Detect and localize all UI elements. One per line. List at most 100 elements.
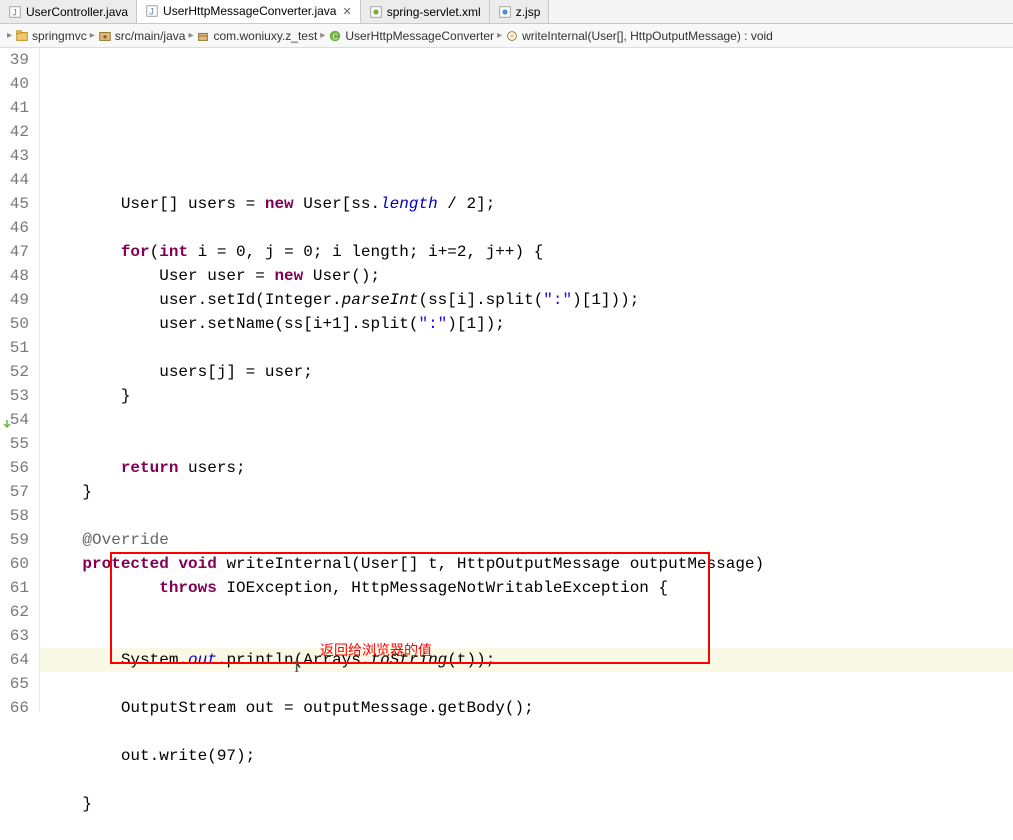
code-line[interactable] bbox=[44, 720, 1013, 744]
code-line[interactable] bbox=[44, 432, 1013, 456]
text-cursor-icon: I bbox=[294, 656, 299, 680]
line-number: 66 bbox=[4, 696, 29, 720]
tab-label: UserController.java bbox=[26, 5, 128, 19]
tab-bar: J UserController.java J UserHttpMessageC… bbox=[0, 0, 1013, 24]
breadcrumb-label: src/main/java bbox=[115, 29, 186, 43]
code-line[interactable] bbox=[44, 504, 1013, 528]
svg-text:J: J bbox=[12, 7, 16, 17]
breadcrumb-package[interactable]: com.woniuxy.z_test bbox=[196, 29, 317, 43]
line-number-gutter: 3940414243444546474849505152535455565758… bbox=[0, 48, 40, 711]
code-line[interactable]: users[j] = user; bbox=[44, 360, 1013, 384]
code-line[interactable]: System.out.println(Arrays.toString(t)); bbox=[44, 648, 1013, 672]
tab-zjsp[interactable]: z.jsp bbox=[490, 0, 550, 23]
breadcrumb-srcroot[interactable]: src/main/java bbox=[98, 29, 186, 43]
line-number: 45 bbox=[4, 192, 29, 216]
code-line[interactable]: User[] users = new User[ss.length / 2]; bbox=[44, 192, 1013, 216]
line-number: 63 bbox=[4, 624, 29, 648]
line-number: 55 bbox=[4, 432, 29, 456]
code-line[interactable]: } bbox=[44, 792, 1013, 816]
line-number: 41 bbox=[4, 96, 29, 120]
line-number: 43 bbox=[4, 144, 29, 168]
code-line[interactable]: OutputStream out = outputMessage.getBody… bbox=[44, 696, 1013, 720]
breadcrumb-label: springmvc bbox=[32, 29, 87, 43]
svg-text:C: C bbox=[333, 32, 339, 41]
code-line[interactable]: throws IOException, HttpMessageNotWritab… bbox=[44, 576, 1013, 600]
line-number: 40 bbox=[4, 72, 29, 96]
breadcrumb-label: writeInternal(User[], HttpOutputMessage)… bbox=[522, 29, 773, 43]
breadcrumb-project[interactable]: springmvc bbox=[15, 29, 87, 43]
tab-label: spring-servlet.xml bbox=[387, 5, 481, 19]
line-number: 58 bbox=[4, 504, 29, 528]
breadcrumb-label: com.woniuxy.z_test bbox=[213, 29, 317, 43]
breadcrumb-class[interactable]: C UserHttpMessageConverter bbox=[328, 29, 494, 43]
code-line[interactable] bbox=[44, 216, 1013, 240]
package-icon bbox=[196, 29, 210, 43]
tab-spring-servlet[interactable]: spring-servlet.xml bbox=[361, 0, 490, 23]
code-line[interactable]: } bbox=[44, 384, 1013, 408]
chevron-right-icon: ▸ bbox=[496, 30, 503, 41]
code-line[interactable]: user.setId(Integer.parseInt(ss[i].split(… bbox=[44, 288, 1013, 312]
tab-userhttpmessageconverter[interactable]: J UserHttpMessageConverter.java ✕ bbox=[137, 0, 361, 23]
chevron-right-icon: ▸ bbox=[89, 30, 96, 41]
line-number: 49 bbox=[4, 288, 29, 312]
code-line[interactable]: out.write(97); bbox=[44, 744, 1013, 768]
java-file-icon: J bbox=[145, 4, 159, 18]
line-number: 53 bbox=[4, 384, 29, 408]
chevron-right-icon: ▸ bbox=[187, 30, 194, 41]
code-line[interactable]: @Override bbox=[44, 528, 1013, 552]
code-line[interactable] bbox=[44, 672, 1013, 696]
line-number: 62 bbox=[4, 600, 29, 624]
line-number: 46 bbox=[4, 216, 29, 240]
code-line[interactable] bbox=[44, 408, 1013, 432]
code-line[interactable]: } bbox=[44, 480, 1013, 504]
line-number: 54 bbox=[4, 408, 29, 432]
chevron-right-icon: ▸ bbox=[6, 30, 13, 41]
tab-label: UserHttpMessageConverter.java bbox=[163, 4, 336, 18]
code-line[interactable]: user.setName(ss[i+1].split(":")[1]); bbox=[44, 312, 1013, 336]
code-line[interactable]: protected void writeInternal(User[] t, H… bbox=[44, 552, 1013, 576]
jsp-file-icon bbox=[498, 5, 512, 19]
project-icon bbox=[15, 29, 29, 43]
svg-text:J: J bbox=[149, 7, 153, 17]
code-editor[interactable]: 3940414243444546474849505152535455565758… bbox=[0, 48, 1013, 711]
tab-usercontroller[interactable]: J UserController.java bbox=[0, 0, 137, 23]
line-number: 52 bbox=[4, 360, 29, 384]
line-number: 61 bbox=[4, 576, 29, 600]
class-icon: C bbox=[328, 29, 342, 43]
xml-file-icon bbox=[369, 5, 383, 19]
code-area[interactable]: 返回给浏览器的值 I User[] users = new User[ss.le… bbox=[40, 48, 1013, 711]
code-line[interactable]: User user = new User(); bbox=[44, 264, 1013, 288]
close-icon[interactable]: ✕ bbox=[342, 5, 351, 18]
line-number: 57 bbox=[4, 480, 29, 504]
line-number: 51 bbox=[4, 336, 29, 360]
annotation-text: 返回给浏览器的值 bbox=[320, 638, 432, 662]
code-line[interactable] bbox=[44, 768, 1013, 792]
breadcrumb-method[interactable]: writeInternal(User[], HttpOutputMessage)… bbox=[505, 29, 773, 43]
line-number: 56 bbox=[4, 456, 29, 480]
line-number: 64 bbox=[4, 648, 29, 672]
chevron-right-icon: ▸ bbox=[319, 30, 326, 41]
line-number: 39 bbox=[4, 48, 29, 72]
code-line[interactable] bbox=[44, 336, 1013, 360]
line-number: 42 bbox=[4, 120, 29, 144]
package-root-icon bbox=[98, 29, 112, 43]
method-icon bbox=[505, 29, 519, 43]
breadcrumb: ▸ springmvc ▸ src/main/java ▸ com.woniux… bbox=[0, 24, 1013, 48]
line-number: 47 bbox=[4, 240, 29, 264]
line-number: 60 bbox=[4, 552, 29, 576]
line-number: 65 bbox=[4, 672, 29, 696]
override-marker-icon bbox=[2, 414, 12, 424]
code-line[interactable] bbox=[44, 624, 1013, 648]
line-number: 50 bbox=[4, 312, 29, 336]
breadcrumb-label: UserHttpMessageConverter bbox=[345, 29, 494, 43]
code-line[interactable] bbox=[44, 816, 1013, 840]
tab-label: z.jsp bbox=[516, 5, 541, 19]
code-line[interactable]: return users; bbox=[44, 456, 1013, 480]
java-file-icon: J bbox=[8, 5, 22, 19]
code-line[interactable]: for(int i = 0, j = 0; i length; i+=2, j+… bbox=[44, 240, 1013, 264]
line-number: 59 bbox=[4, 528, 29, 552]
line-number: 48 bbox=[4, 264, 29, 288]
line-number: 44 bbox=[4, 168, 29, 192]
code-line[interactable] bbox=[44, 168, 1013, 192]
code-line[interactable] bbox=[44, 600, 1013, 624]
